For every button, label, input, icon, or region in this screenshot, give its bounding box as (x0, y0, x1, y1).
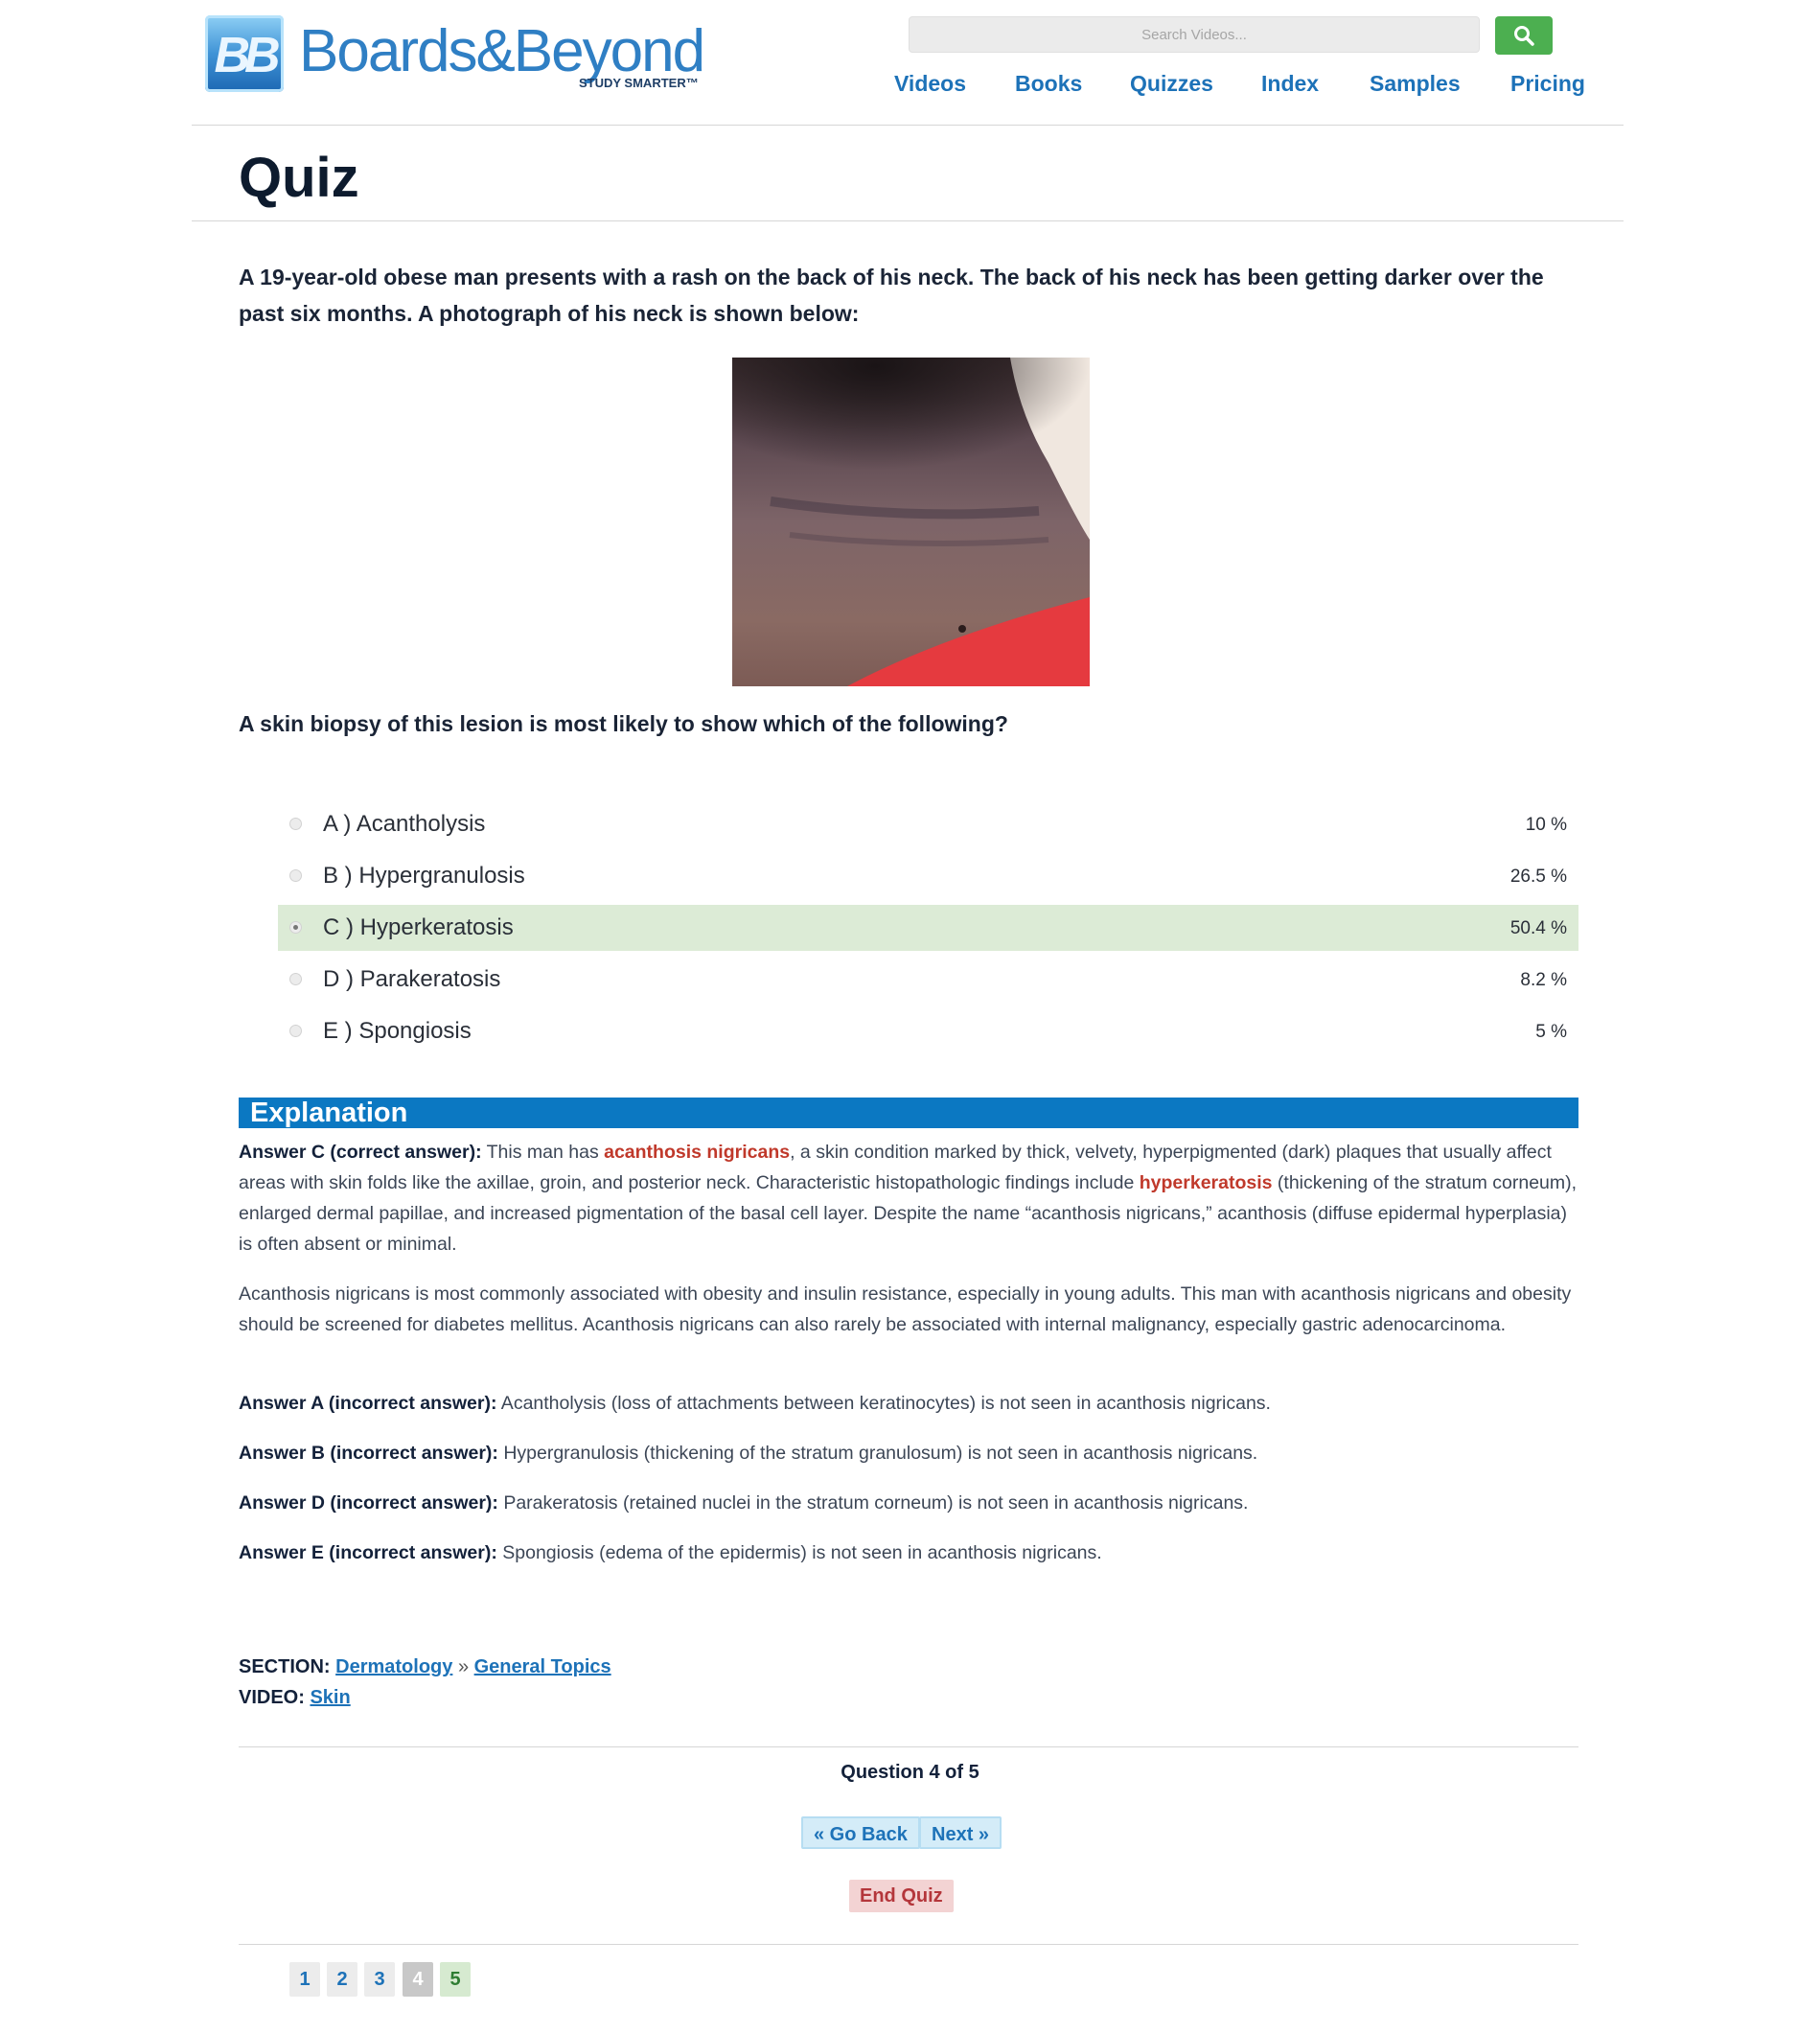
logo-mark-icon: BB (205, 15, 284, 92)
answer-b-lead: Answer B (incorrect answer): (239, 1443, 498, 1464)
explanation-paragraph-a: Answer A (incorrect answer): Acantholysi… (239, 1388, 1578, 1419)
footer-divider-bottom (239, 1944, 1578, 1945)
choice-percent-e: 5 % (1535, 1022, 1567, 1042)
highlight-acanthosis-nigricans: acanthosis nigricans (604, 1142, 791, 1163)
answer-a-lead: Answer A (incorrect answer): (239, 1393, 497, 1414)
answer-choice-d[interactable]: D ) Parakeratosis 8.2 % (278, 957, 1578, 1003)
page: BB Boards&Beyond STUDY SMARTER™ Videos B… (0, 0, 1820, 2034)
nav-samples[interactable]: Samples (1370, 71, 1461, 97)
section-line: SECTION: Dermatology » General Topics (239, 1656, 611, 1678)
nav-index[interactable]: Index (1261, 71, 1319, 97)
nav-videos[interactable]: Videos (894, 71, 966, 97)
choice-percent-d: 8.2 % (1520, 970, 1567, 990)
breadcrumb-separator: » (457, 1656, 470, 1677)
choice-percent-c: 50.4 % (1509, 918, 1567, 938)
answer-a-text: Acantholysis (loss of attachments betwee… (496, 1393, 1271, 1414)
explanation-paragraph-c: Answer C (correct answer): This man has … (239, 1137, 1578, 1260)
radio-a[interactable] (289, 818, 302, 830)
explanation-paragraph-d: Answer D (incorrect answer): Parakeratos… (239, 1488, 1578, 1518)
logo-mark-text: BB (214, 28, 280, 83)
page-link-3[interactable]: 3 (364, 1962, 395, 1997)
nav-quizzes[interactable]: Quizzes (1130, 71, 1213, 97)
choice-label-e: E ) Spongiosis (323, 1018, 472, 1044)
title-divider (192, 220, 1624, 221)
answer-e-text: Spongiosis (edema of the epidermis) is n… (496, 1542, 1102, 1563)
question-prompt: A skin biopsy of this lesion is most lik… (239, 711, 1008, 736)
answer-c-text-1: This man has (481, 1142, 605, 1163)
video-label: VIDEO: (239, 1687, 305, 1708)
section-link-general-topics[interactable]: General Topics (474, 1656, 611, 1677)
answer-choice-b[interactable]: B ) Hypergranulosis 26.5 % (278, 853, 1578, 899)
choice-percent-a: 10 % (1525, 815, 1567, 835)
choice-label-a: A ) Acantholysis (323, 811, 486, 837)
answer-choice-e[interactable]: E ) Spongiosis 5 % (278, 1008, 1578, 1054)
page-link-5[interactable]: 5 (440, 1962, 471, 1997)
choice-percent-b: 26.5 % (1509, 867, 1567, 887)
neck-photo-image (732, 358, 1090, 686)
search-button[interactable] (1495, 16, 1553, 55)
answer-c-lead: Answer C (correct answer): (239, 1142, 482, 1163)
radio-e[interactable] (289, 1025, 302, 1037)
end-quiz-button[interactable]: End Quiz (849, 1880, 954, 1912)
explanation-paragraph-e: Answer E (incorrect answer): Spongiosis … (239, 1537, 1578, 1568)
choice-label-c: C ) Hyperkeratosis (323, 914, 514, 940)
section-label: SECTION: (239, 1656, 331, 1677)
explanation-header: Explanation (239, 1098, 1578, 1128)
answer-d-lead: Answer D (incorrect answer): (239, 1492, 498, 1514)
explanation-heading: Explanation (250, 1098, 408, 1128)
radio-d[interactable] (289, 973, 302, 985)
nav-books[interactable]: Books (1015, 71, 1082, 97)
answer-choice-a[interactable]: A ) Acantholysis 10 % (278, 801, 1578, 847)
search-input[interactable] (909, 16, 1480, 53)
header-divider (192, 125, 1624, 126)
question-counter: Question 4 of 5 (841, 1762, 979, 1783)
page-link-1[interactable]: 1 (289, 1962, 320, 1997)
answer-choice-c[interactable]: C ) Hyperkeratosis 50.4 % (278, 905, 1578, 951)
next-button[interactable]: Next » (919, 1816, 1002, 1849)
nav-pricing[interactable]: Pricing (1510, 71, 1585, 97)
answer-d-text: Parakeratosis (retained nuclei in the st… (497, 1492, 1249, 1514)
neck-photo (732, 358, 1090, 686)
highlight-hyperkeratosis: hyperkeratosis (1139, 1172, 1273, 1193)
answer-e-lead: Answer E (incorrect answer): (239, 1542, 497, 1563)
video-line: VIDEO: Skin (239, 1687, 351, 1709)
radio-b[interactable] (289, 869, 302, 882)
question-stem: A 19-year-old obese man presents with a … (239, 265, 1544, 326)
answer-b-text: Hypergranulosis (thickening of the strat… (497, 1443, 1258, 1464)
explanation-paragraph-b: Answer B (incorrect answer): Hypergranul… (239, 1438, 1578, 1468)
footer-divider-top (239, 1746, 1578, 1747)
search-icon (1514, 26, 1534, 46)
page-title: Quiz (239, 147, 359, 209)
site-logo[interactable]: BB Boards&Beyond STUDY SMARTER™ (205, 15, 705, 94)
section-link-dermatology[interactable]: Dermatology (335, 1656, 452, 1677)
page-link-2[interactable]: 2 (327, 1962, 357, 1997)
radio-c[interactable] (289, 921, 302, 934)
logo-tagline: STUDY SMARTER™ (579, 76, 699, 90)
go-back-button[interactable]: « Go Back (801, 1816, 920, 1849)
explanation-paragraph-2: Acanthosis nigricans is most commonly as… (239, 1283, 1572, 1335)
choice-label-d: D ) Parakeratosis (323, 966, 501, 992)
page-link-4-current[interactable]: 4 (403, 1962, 433, 1997)
choice-label-b: B ) Hypergranulosis (323, 863, 525, 889)
video-link-skin[interactable]: Skin (310, 1687, 350, 1708)
